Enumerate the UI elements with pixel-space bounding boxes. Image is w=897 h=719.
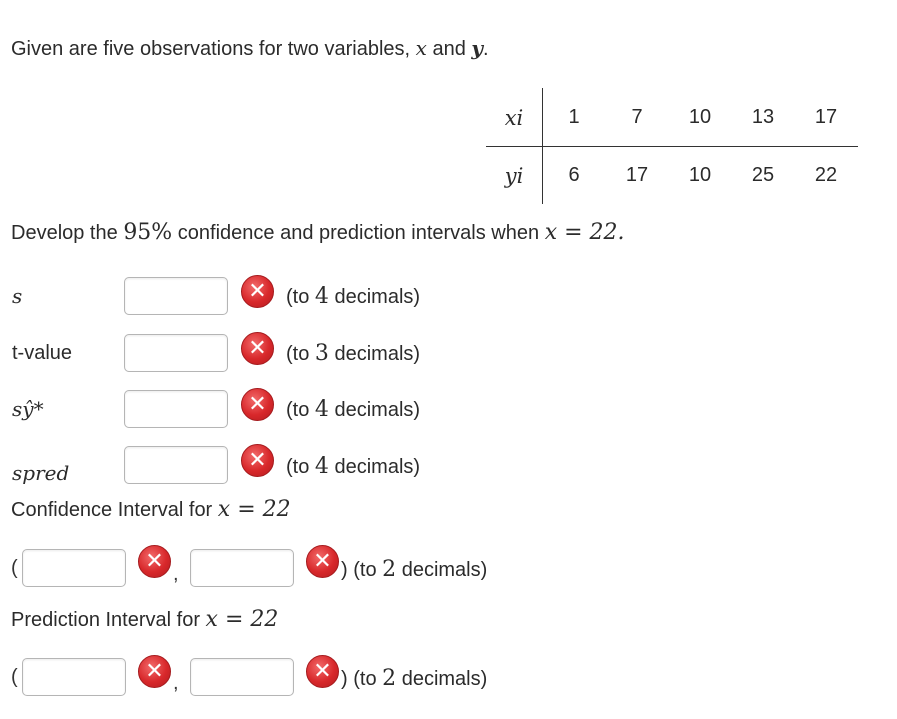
y-value: 25 <box>751 164 775 186</box>
incorrect-x-icon: ✕ <box>306 655 339 688</box>
y-value: 6 <box>568 164 580 186</box>
s-input[interactable] <box>124 277 228 315</box>
decimals-hint: (to 4 decimals) <box>286 284 420 309</box>
y-value: 10 <box>688 164 712 186</box>
hint-prefix: (to <box>286 399 310 421</box>
x-value: 1 <box>568 106 580 128</box>
x-value: 17 <box>814 106 838 128</box>
pi-upper-input[interactable] <box>190 658 294 696</box>
hint-prefix: (to <box>286 343 310 365</box>
hint-suffix: decimals) <box>334 456 421 478</box>
pi-decimals-hint: ) (to 2 decimals) <box>341 666 488 691</box>
s-yhat-input[interactable] <box>124 390 228 428</box>
hint-decimals: 4 <box>314 284 329 309</box>
comma: , <box>173 672 179 694</box>
x-row-label: xi <box>504 106 524 130</box>
field-label-t-value: t-value <box>12 342 73 364</box>
observations-table: xi yi 1 7 10 13 17 6 17 10 25 22 <box>486 88 858 204</box>
hint-decimals: 4 <box>314 454 329 479</box>
field-label-s: s <box>12 284 23 308</box>
hint-prefix: (to <box>353 559 377 581</box>
t-value-input[interactable] <box>124 334 228 372</box>
var-y: y <box>471 36 484 60</box>
confidence-level: 95% <box>123 220 173 245</box>
hint-decimals: 4 <box>314 397 329 422</box>
ci-lower-input[interactable] <box>22 549 126 587</box>
open-paren: ( <box>11 557 18 579</box>
hint-prefix: (to <box>286 286 310 308</box>
incorrect-x-icon: ✕ <box>241 388 274 421</box>
incorrect-x-icon: ✕ <box>241 444 274 477</box>
hint-suffix: decimals) <box>334 399 421 421</box>
pi-heading-text: Prediction Interval for <box>11 609 200 631</box>
incorrect-x-icon: ✕ <box>138 655 171 688</box>
intro-text-part: Given are five observations for two vari… <box>11 38 411 60</box>
intro-and: and <box>432 38 466 60</box>
intro-text: Given are five observations for two vari… <box>11 36 489 61</box>
x-value: 10 <box>688 106 712 128</box>
s-pred-input[interactable] <box>124 446 228 484</box>
hint-suffix: decimals) <box>334 343 421 365</box>
ci-heading-text: Confidence Interval for <box>11 499 213 521</box>
hint-suffix: decimals) <box>401 559 488 581</box>
hint-suffix: decimals) <box>334 286 421 308</box>
incorrect-x-icon: ✕ <box>241 332 274 365</box>
hint-decimals: 2 <box>382 557 397 582</box>
y-value: 17 <box>625 164 649 186</box>
x-value: 7 <box>631 106 643 128</box>
table-divider-horizontal <box>486 146 858 147</box>
decimals-hint: (to 4 decimals) <box>286 397 420 422</box>
ci-equation: x = 22 <box>217 497 291 522</box>
y-value: 22 <box>814 164 838 186</box>
incorrect-x-icon: ✕ <box>306 545 339 578</box>
task-text: Develop the 95% confidence and predictio… <box>11 220 625 245</box>
open-paren: ( <box>11 666 18 688</box>
prediction-interval-heading: Prediction Interval for x = 22 <box>11 607 278 632</box>
task-equation: x = 22. <box>544 220 625 245</box>
comma: , <box>173 563 179 585</box>
y-row-label: yi <box>504 164 524 188</box>
hint-suffix: decimals) <box>401 668 488 690</box>
incorrect-x-icon: ✕ <box>138 545 171 578</box>
hint-prefix: (to <box>286 456 310 478</box>
task-text-part: Develop the <box>11 222 118 244</box>
incorrect-x-icon: ✕ <box>241 275 274 308</box>
decimals-hint: (to 4 decimals) <box>286 454 420 479</box>
field-label-s-yhat: sŷ* <box>12 397 44 421</box>
hint-decimals: 3 <box>314 341 329 366</box>
confidence-interval-heading: Confidence Interval for x = 22 <box>11 497 291 522</box>
hint-decimals: 2 <box>382 666 397 691</box>
decimals-hint: (to 3 decimals) <box>286 341 420 366</box>
x-value: 13 <box>751 106 775 128</box>
pi-equation: x = 22 <box>205 607 279 632</box>
var-x: x <box>415 36 427 60</box>
intro-period: . <box>483 38 489 60</box>
ci-upper-input[interactable] <box>190 549 294 587</box>
field-label-s-pred: spred <box>12 461 70 485</box>
ci-decimals-hint: ) (to 2 decimals) <box>341 557 488 582</box>
pi-lower-input[interactable] <box>22 658 126 696</box>
hint-prefix: (to <box>353 668 377 690</box>
task-text-part: confidence and prediction intervals when <box>177 222 540 244</box>
